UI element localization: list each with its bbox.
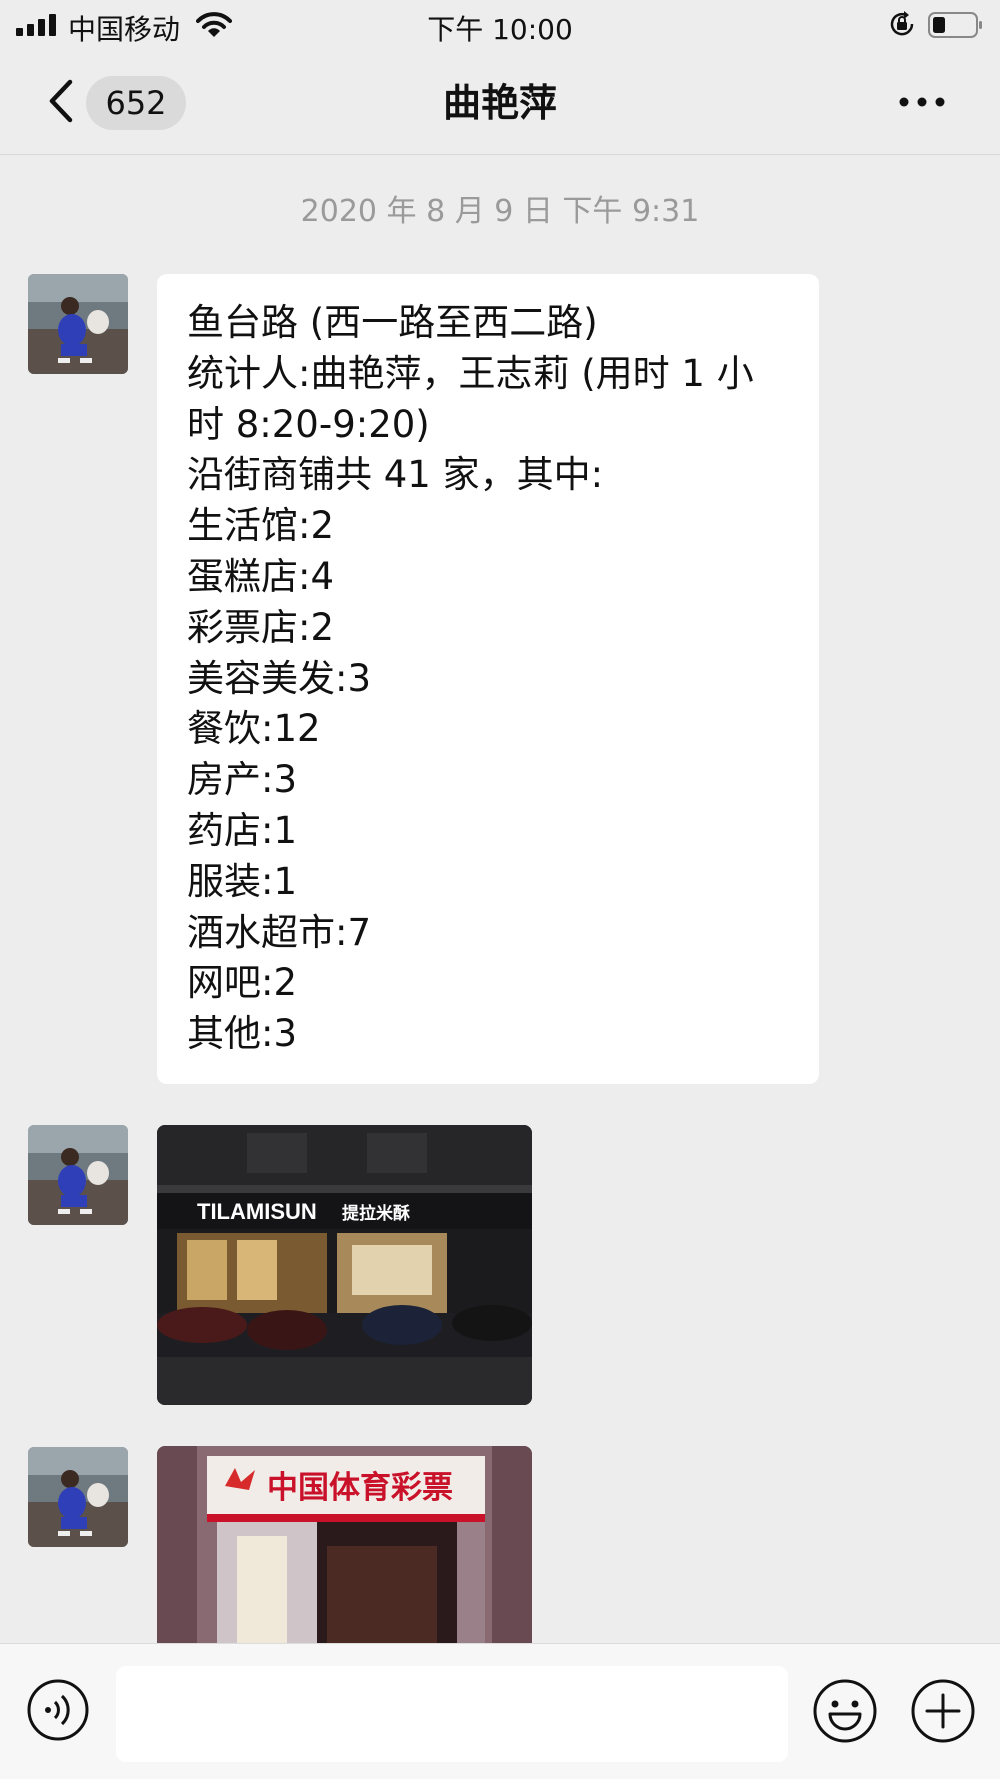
- emoji-icon[interactable]: [812, 1678, 878, 1744]
- more-actions-plus-icon[interactable]: [910, 1678, 976, 1744]
- input-bar: [0, 1643, 1000, 1779]
- voice-input-icon[interactable]: [26, 1678, 90, 1742]
- store-sign-brand: TILAMISUN: [197, 1199, 317, 1224]
- message-line: 统计人:曲艳萍，王志莉 (用时 1 小: [187, 351, 754, 395]
- message-line: 彩票店:2: [187, 605, 335, 649]
- message-line: 沿街商铺共 41 家，其中:: [187, 453, 604, 497]
- message-line: 鱼台路 (西一路至西二路): [187, 301, 598, 344]
- lottery-shop-photo[interactable]: 中国体育彩票: [157, 1446, 532, 1643]
- status-time: 下午 10:00: [427, 13, 573, 46]
- battery-icon: [928, 12, 982, 38]
- message-bubble[interactable]: 鱼台路 (西一路至西二路) 统计人:曲艳萍，王志莉 (用时 1 小 时 8:20…: [157, 274, 819, 1084]
- chat-header: 652 曲艳萍: [0, 50, 1000, 155]
- chat-title: 曲艳萍: [442, 81, 557, 125]
- status-bar: 中国移动 下午 10:00: [0, 0, 1000, 50]
- avatar[interactable]: [28, 1125, 128, 1225]
- message-line: 蛋糕店:4: [187, 554, 335, 598]
- message-line: 药店:1: [187, 808, 298, 852]
- rotation-lock-icon: [890, 11, 914, 36]
- message-line: 服装:1: [187, 859, 298, 903]
- message-input[interactable]: [116, 1666, 788, 1762]
- message-line: 网吧:2: [187, 961, 298, 1005]
- message-line: 其他:3: [187, 1012, 298, 1056]
- store-sign-chinese: 提拉米酥: [342, 1203, 410, 1224]
- lottery-sign-text: 中国体育彩票: [267, 1470, 453, 1506]
- message-line: 美容美发:3: [187, 656, 372, 700]
- message-line: 餐饮:12: [187, 707, 321, 751]
- message-line: 生活馆:2: [187, 504, 335, 548]
- avatar[interactable]: [28, 274, 128, 374]
- message-timestamp: 2020 年 8 月 9 日 下午 9:31: [300, 194, 700, 229]
- more-options-icon[interactable]: [898, 94, 946, 110]
- storefront-photo[interactable]: TILAMISUN 提拉米酥: [157, 1125, 532, 1405]
- message-line: 时 8:20-9:20): [187, 402, 430, 446]
- message-line: 房产:3: [187, 758, 298, 802]
- avatar[interactable]: [28, 1447, 128, 1547]
- message-line: 酒水超市:7: [187, 910, 372, 954]
